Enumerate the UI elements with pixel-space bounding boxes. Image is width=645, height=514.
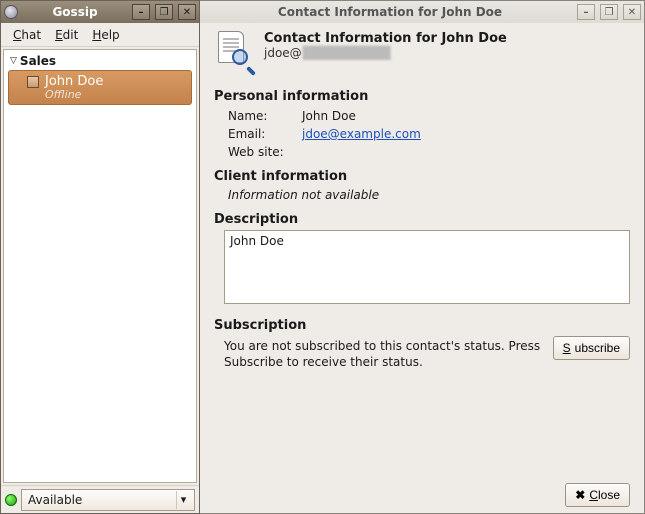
contact-jid: jdoe@██████████: [264, 46, 630, 60]
minimize-button[interactable]: –: [132, 4, 150, 20]
section-client-heading: Client information: [214, 169, 630, 184]
close-window-button[interactable]: ✕: [623, 4, 641, 20]
menu-chat[interactable]: Chat: [7, 25, 47, 45]
subscription-text: You are not subscribed to this contact's…: [224, 336, 545, 370]
presence-available-icon: [5, 494, 17, 506]
contact-row[interactable]: John Doe Offline: [8, 70, 192, 105]
menubar: Chat Edit Help: [1, 23, 199, 47]
vcard-icon: [214, 31, 254, 71]
name-value: John Doe: [302, 109, 630, 123]
client-na: Information not available: [228, 188, 630, 202]
website-value: [302, 145, 630, 159]
info-titlebar[interactable]: Contact Information for John Doe – ❐ ✕: [200, 1, 644, 23]
close-window-button[interactable]: ✕: [178, 4, 196, 20]
menu-edit[interactable]: Edit: [49, 25, 84, 45]
description-text: John Doe: [230, 234, 284, 248]
subscribe-button[interactable]: Subscribe: [553, 336, 630, 360]
status-bar: Available ▾: [1, 485, 199, 513]
contact-info-window: Contact Information for John Doe – ❐ ✕ C…: [200, 0, 645, 514]
description-box[interactable]: John Doe: [224, 230, 630, 304]
maximize-button[interactable]: ❐: [600, 4, 618, 20]
section-description-heading: Description: [214, 212, 630, 227]
page-title: Contact Information for John Doe: [264, 31, 630, 46]
email-label: Email:: [228, 127, 298, 141]
presence-label: Available: [28, 493, 82, 507]
contact-name: John Doe: [45, 74, 103, 89]
minimize-button[interactable]: –: [577, 4, 595, 20]
gossip-window: Gossip – ❐ ✕ Chat Edit Help ▽ Sales John…: [0, 0, 200, 514]
chevron-down-icon: ▾: [176, 491, 190, 509]
personal-info-grid: Name: John Doe Email: jdoe@example.com W…: [228, 109, 630, 159]
presence-combo[interactable]: Available ▾: [21, 489, 195, 511]
email-link[interactable]: jdoe@example.com: [302, 127, 630, 141]
website-label: Web site:: [228, 145, 298, 159]
status-offline-icon: [27, 76, 39, 88]
contact-status: Offline: [27, 88, 187, 101]
section-personal-heading: Personal information: [214, 89, 630, 104]
collapse-icon[interactable]: ▽: [10, 56, 17, 66]
group-row[interactable]: ▽ Sales: [4, 52, 196, 70]
gossip-titlebar[interactable]: Gossip – ❐ ✕: [1, 1, 199, 23]
menu-help[interactable]: Help: [86, 25, 125, 45]
contact-list[interactable]: ▽ Sales John Doe Offline: [3, 49, 197, 483]
window-title: Gossip: [22, 5, 128, 19]
window-title: Contact Information for John Doe: [207, 5, 573, 19]
name-label: Name:: [228, 109, 298, 123]
group-name: Sales: [20, 54, 56, 68]
maximize-button[interactable]: ❐: [155, 4, 173, 20]
close-button[interactable]: ✖ Close: [565, 483, 630, 507]
app-icon: [4, 5, 18, 19]
close-icon: ✖: [575, 488, 585, 502]
section-subscription-heading: Subscription: [214, 318, 630, 333]
